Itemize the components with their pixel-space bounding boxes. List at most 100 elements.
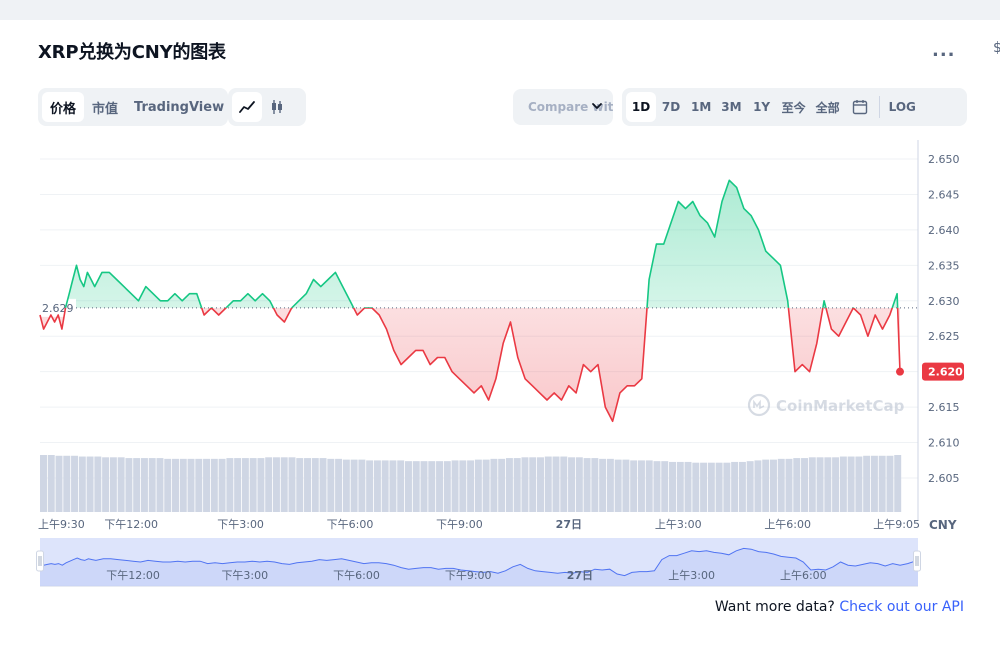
range-1y[interactable]: 1Y [747,92,777,122]
volume-bar [731,461,739,512]
volume-bar [381,460,389,512]
volume-bar [801,458,809,512]
candlestick-icon[interactable] [262,92,292,122]
footer-text: Want more data? [714,599,835,615]
volume-bar [894,455,902,512]
x-tick-label: 上午3:00 [655,518,702,531]
y-tick-label: 2.640 [928,224,960,237]
range-divider [878,96,880,118]
calendar-icon[interactable] [845,92,875,122]
volume-bar [412,461,420,512]
volume-bar [692,462,700,512]
volume-bar [327,458,335,512]
volume-bar [397,460,405,512]
volume-bar [148,458,156,512]
volume-bar [63,455,71,512]
volume-bar [808,457,816,512]
x-tick-label: 27日 [556,518,582,531]
volume-bar [544,456,552,512]
x-tick-label: 上午6:00 [764,518,811,531]
range-navigator: 下午12:00 下午3:00 下午6:00 下午9:00 27日 上午3:00 上午6:00 [36,538,921,587]
volume-bar [777,458,785,512]
volume-bar [71,455,79,512]
more-options-button[interactable]: ... [932,40,956,61]
range-3m[interactable]: 3M [716,92,746,122]
line-chart-icon[interactable] [232,92,262,122]
navigator-left-handle[interactable] [36,550,44,572]
volume-bar [669,461,676,512]
volume-bar [179,458,187,512]
y-tick-label: 2.635 [928,259,960,272]
navigator-tick-label: 下午12:00 [106,569,160,582]
volume-bar [738,461,746,512]
watermark-text: CoinMarketCap [776,397,905,415]
volume-bar [288,457,296,512]
compare-dropdown[interactable]: Compare with [513,89,613,125]
volume-bar [47,455,55,512]
volume-bar [467,460,475,512]
handle-grip [36,550,44,572]
range-7d[interactable]: 7D [656,92,686,122]
chevron-down-icon [591,100,603,115]
tab-market-cap[interactable]: 市值 [84,92,126,122]
range-1d[interactable]: 1D [626,92,656,122]
volume-bar [249,458,257,512]
volume-bar [785,458,793,512]
volume-bar [855,456,863,512]
volume-bar [78,456,86,512]
volume-bar [645,460,653,512]
tab-tradingview[interactable]: TradingView [126,92,232,122]
volume-bar [373,460,381,512]
volume-bar [769,459,777,512]
volume-bar [280,457,288,512]
volume-bar [847,456,855,512]
volume-bar [498,458,506,512]
y-tick-label: 2.630 [928,295,960,308]
volume-bar [707,462,715,512]
volume-bar [661,461,669,512]
price-chart[interactable]: 2.650 2.645 2.640 2.635 2.630 2.625 2.620 2.615… [0,140,1000,592]
volume-bar [404,461,412,512]
volume-bar [552,456,560,512]
volume-bar [40,455,47,512]
volume-bar [451,460,459,512]
current-price-dot [896,367,904,376]
y-tick-label: 2.610 [928,437,960,450]
volume-bar [366,460,374,512]
tab-price[interactable]: 价格 [42,92,85,122]
x-tick-label: 下午6:00 [327,518,374,531]
volume-bar [839,456,847,512]
y-tick-label: 2.605 [928,472,960,485]
view-tab-group: 价格 市值 TradingView [38,88,228,126]
range-all[interactable]: 全部 [811,92,845,122]
y-tick-label: 2.650 [928,153,960,166]
volume-bar [311,458,319,512]
volume-bar [187,458,195,512]
volume-bar [133,458,141,512]
log-scale-toggle[interactable]: LOG [884,92,921,122]
volume-bar [676,461,684,512]
volume-bar [568,457,576,512]
current-price-label-text: 2.620 [928,366,963,379]
volume-bar [117,457,125,512]
volume-bar [591,458,599,512]
api-link[interactable]: Check out our API [839,599,964,615]
volume-bar [342,459,350,512]
volume-bar [606,458,614,512]
volume-bar [630,460,638,512]
volume-bar [754,460,762,512]
volume-bar [420,461,428,512]
navigator-tick-label: 27日 [567,569,593,582]
volume-bar [653,461,661,512]
range-ytd[interactable]: 至今 [777,92,811,122]
volume-bar [583,458,591,512]
volume-bar [505,458,513,512]
volume-bar [878,455,886,512]
navigator-right-handle[interactable] [913,550,921,572]
volume-bar [614,459,622,512]
volume-bar [172,458,179,512]
range-1m[interactable]: 1M [686,92,716,122]
volume-bar [335,458,343,512]
volume-bar [575,457,583,512]
chart-type-group [228,88,306,126]
